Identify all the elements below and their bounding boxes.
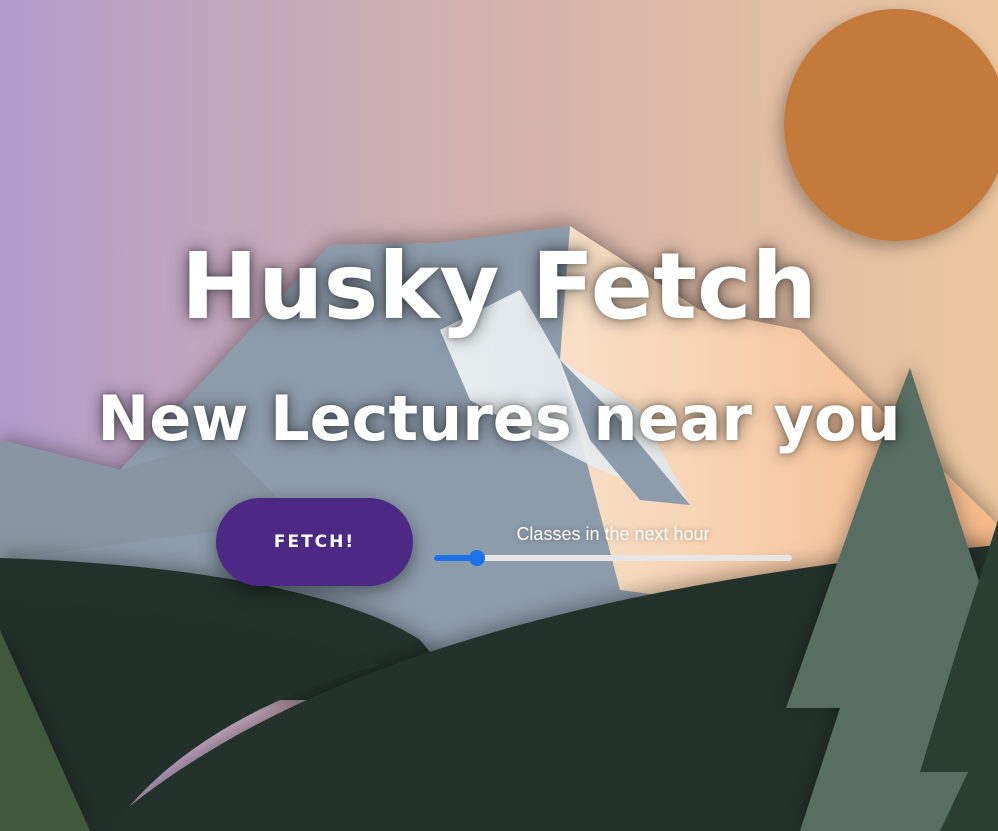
hero-scene: Husky Fetch New Lectures near you FETCH!… [0, 0, 998, 831]
slider-thumb[interactable] [469, 550, 485, 566]
slider-label: Classes in the next hour [516, 524, 710, 544]
classes-slider[interactable]: Classes in the next hour [432, 522, 794, 572]
slider-track[interactable] [434, 555, 792, 561]
page-title: Husky Fetch [181, 233, 817, 340]
fetch-button[interactable]: FETCH! [216, 498, 413, 586]
sun [784, 9, 998, 241]
page-subtitle: New Lectures near you [97, 382, 901, 455]
